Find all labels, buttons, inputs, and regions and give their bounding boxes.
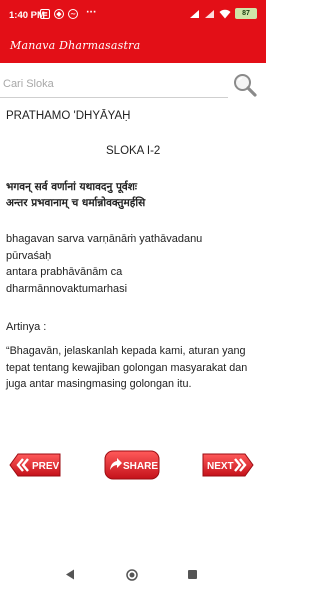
prev-button-label: PREV	[32, 461, 60, 472]
search-bar	[0, 70, 266, 100]
next-button[interactable]: NEXT	[201, 450, 255, 480]
search-icon[interactable]	[232, 72, 258, 98]
chapter-title: PRATHAMO 'DHYĀYAḤ	[6, 110, 131, 122]
battery-icon: 87	[235, 8, 257, 19]
shield-icon: ◆	[54, 9, 64, 19]
signal-icon	[190, 9, 199, 18]
back-icon[interactable]	[65, 569, 75, 580]
home-icon[interactable]	[126, 569, 138, 581]
sloka-number: SLOKA I-2	[106, 145, 161, 157]
next-button-label: NEXT	[207, 461, 234, 472]
sloka-translation: “Bhagavān, jelaskanlah kepada kami, atur…	[6, 345, 248, 390]
wifi-icon	[219, 9, 231, 18]
message-icon: ≡	[40, 9, 50, 19]
app-title: Manava Dharmasastra	[10, 39, 141, 52]
messenger-icon: ~	[68, 9, 78, 19]
artinya-label: Artinya :	[6, 321, 47, 333]
app-bar: Manava Dharmasastra	[0, 30, 266, 63]
system-navigation-bar	[0, 558, 266, 592]
share-button-label: SHARE	[123, 461, 158, 472]
recent-apps-icon[interactable]	[188, 570, 197, 579]
prev-button[interactable]: PREV	[8, 450, 62, 480]
search-input[interactable]	[0, 70, 228, 98]
status-bar: 1:40 PM ≡ ◆ ~ ··· 87	[0, 0, 266, 30]
more-notifications-indicator: ···	[86, 8, 97, 18]
sloka-transliteration: bhagavan sarva varṇānāṁ yathāvadanu pūrv…	[6, 233, 203, 295]
share-button[interactable]: SHARE	[104, 450, 160, 480]
notification-icons: ≡ ◆ ~	[40, 9, 78, 19]
sloka-devanagari: भगवन् सर्व वर्णानां यथावदनु पूर्वशः अन्त…	[6, 181, 146, 209]
status-right-icons: 87	[189, 8, 257, 19]
signal-icon	[205, 9, 214, 18]
